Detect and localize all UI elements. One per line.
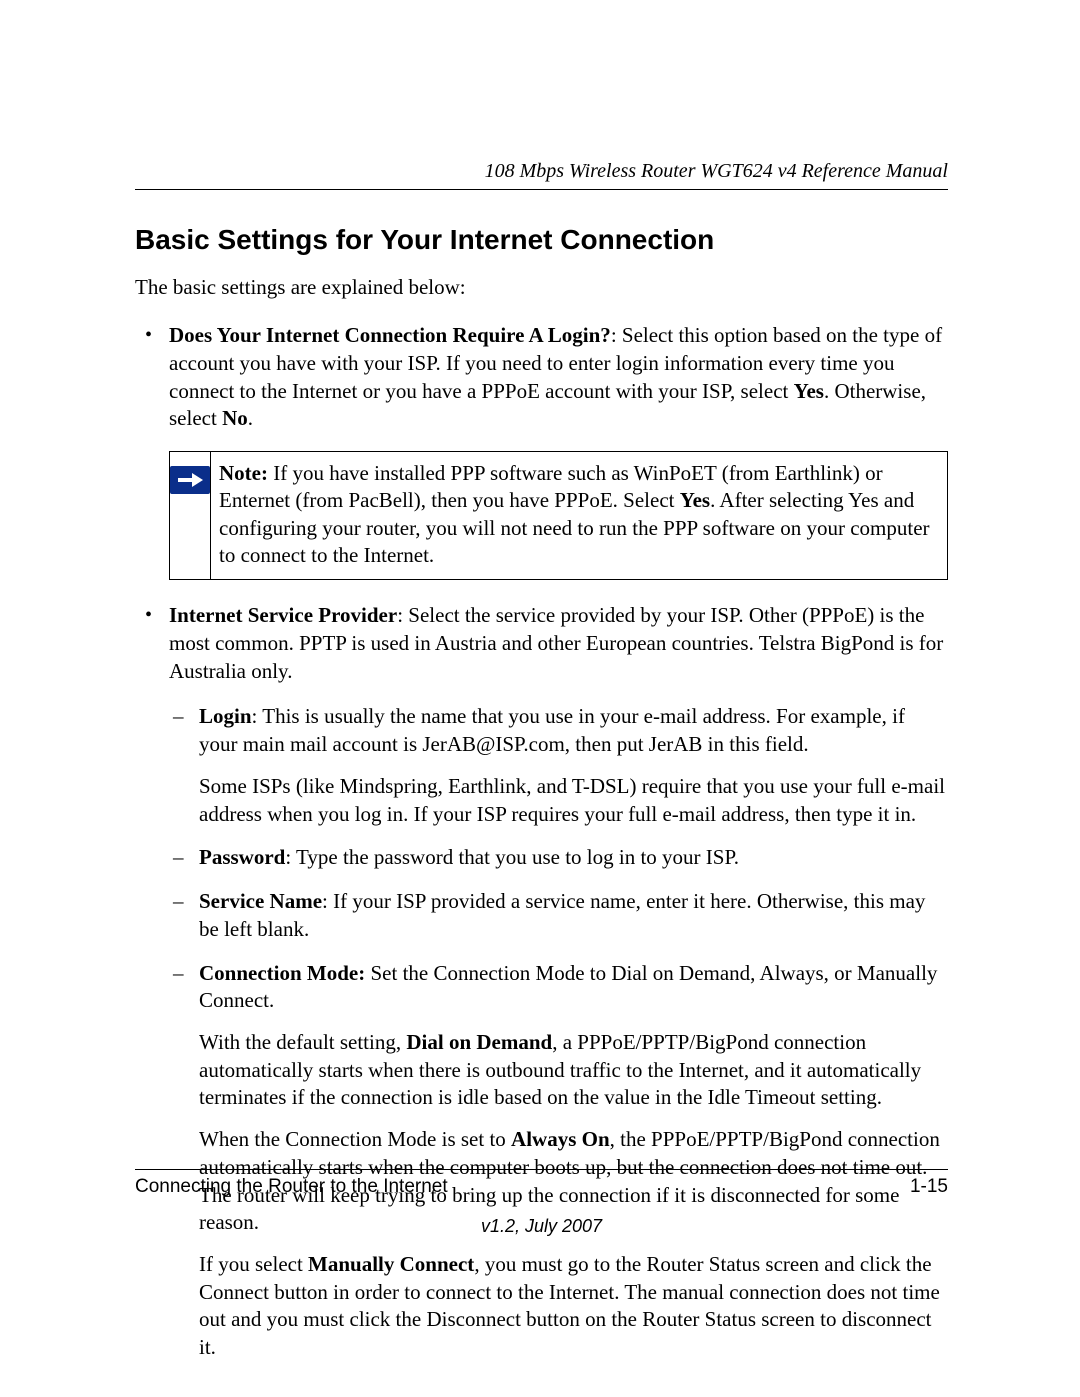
- sub-bullet-list: Login: This is usually the name that you…: [169, 703, 948, 1361]
- note-icon-cell: [170, 452, 211, 579]
- page-footer: Connecting the Router to the Internet 1-…: [135, 1169, 948, 1237]
- bold-dial-on-demand: Dial on Demand: [406, 1030, 552, 1054]
- bullet-label: Internet Service Provider: [169, 603, 397, 627]
- bullet-login-required: Does Your Internet Connection Require A …: [135, 322, 948, 433]
- sub-label: Password: [199, 845, 285, 869]
- sub-bullet-login: Login: This is usually the name that you…: [169, 703, 948, 828]
- p-text: If you select: [199, 1252, 308, 1276]
- sub-label: Login: [199, 704, 252, 728]
- p-text: When the Connection Mode is set to: [199, 1127, 511, 1151]
- footer-page-number: 1-15: [910, 1176, 948, 1198]
- bullet-label: Does Your Internet Connection Require A …: [169, 323, 611, 347]
- footer-rule: Connecting the Router to the Internet 1-…: [135, 1169, 948, 1198]
- bullet-isp: Internet Service Provider: Select the se…: [135, 602, 948, 1362]
- arrow-right-icon: [170, 466, 210, 494]
- section-intro: The basic settings are explained below:: [135, 274, 948, 300]
- sub-bullet-service-name: Service Name: If your ISP provided a ser…: [169, 888, 948, 943]
- bullet-list: Internet Service Provider: Select the se…: [135, 602, 948, 1362]
- footer-chapter: Connecting the Router to the Internet: [135, 1176, 448, 1198]
- footer-version: v1.2, July 2007: [135, 1216, 948, 1237]
- bold-manually-connect: Manually Connect: [308, 1252, 474, 1276]
- note-text: Note: If you have installed PPP software…: [211, 452, 947, 579]
- bullet-list: Does Your Internet Connection Require A …: [135, 322, 948, 433]
- sub-label: Connection Mode:: [199, 961, 365, 985]
- sub-text: : This is usually the name that you use …: [199, 704, 905, 756]
- bold-no: No: [222, 406, 248, 430]
- note-label: Note:: [219, 461, 268, 485]
- bold-yes: Yes: [680, 488, 710, 512]
- bullet-text: .: [248, 406, 253, 430]
- document-page: 108 Mbps Wireless Router WGT624 v4 Refer…: [0, 0, 1080, 1397]
- sub-paragraph: With the default setting, Dial on Demand…: [199, 1029, 948, 1112]
- running-header: 108 Mbps Wireless Router WGT624 v4 Refer…: [135, 160, 948, 190]
- sub-text: : Type the password that you use to log …: [285, 845, 739, 869]
- sub-bullet-password: Password: Type the password that you use…: [169, 844, 948, 872]
- sub-paragraph: Some ISPs (like Mindspring, Earthlink, a…: [199, 773, 948, 828]
- sub-label: Service Name: [199, 889, 322, 913]
- section-heading: Basic Settings for Your Internet Connect…: [135, 224, 948, 256]
- bold-always-on: Always On: [511, 1127, 610, 1151]
- note-box: Note: If you have installed PPP software…: [169, 451, 948, 580]
- sub-paragraph: If you select Manually Connect, you must…: [199, 1251, 948, 1362]
- p-text: With the default setting,: [199, 1030, 406, 1054]
- bold-yes: Yes: [794, 379, 824, 403]
- sub-bullet-connection-mode: Connection Mode: Set the Connection Mode…: [169, 960, 948, 1362]
